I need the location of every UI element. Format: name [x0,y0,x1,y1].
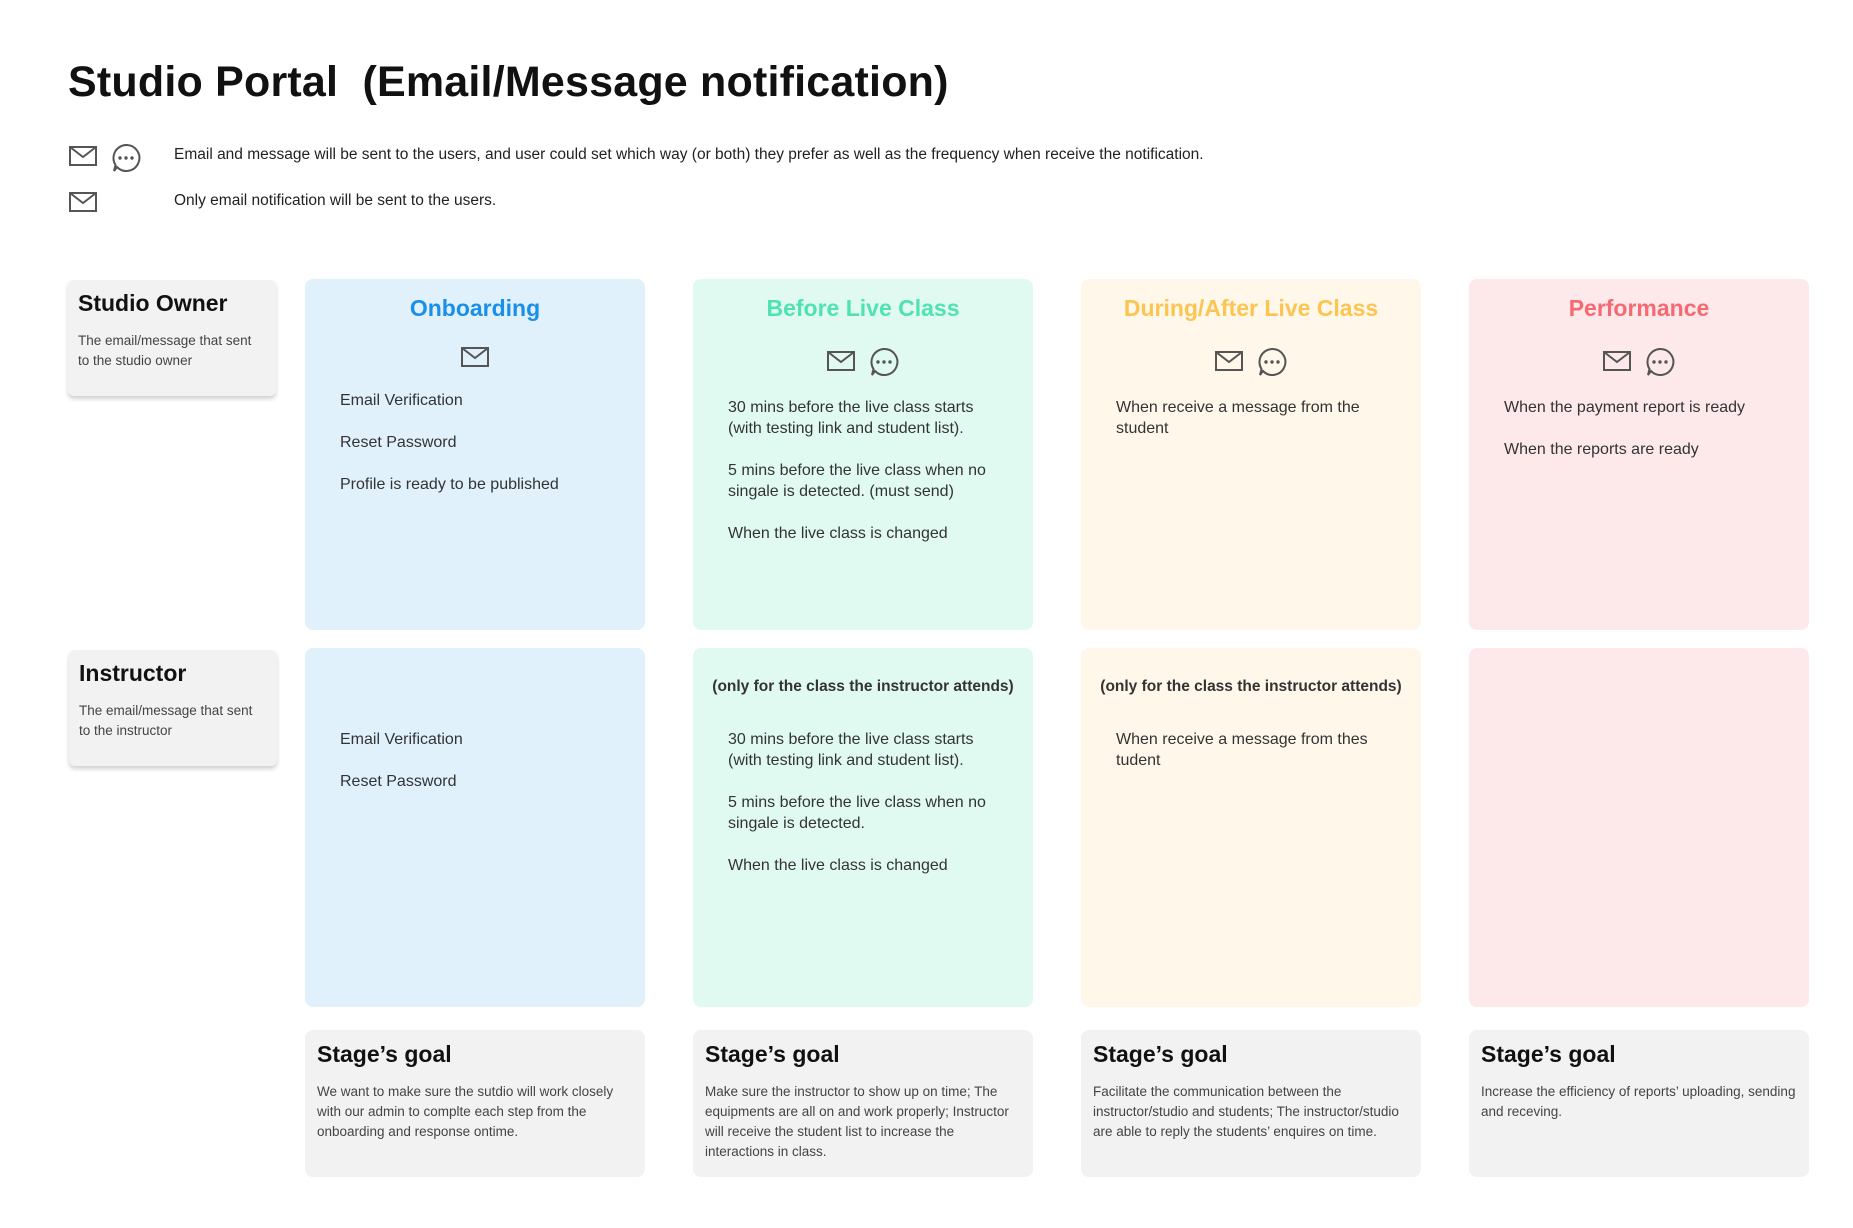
legend-text-mail-and-message: Email and message will be sent to the us… [174,146,1204,163]
owner-panel-before-live-class: Before Live Class 30 mins before the liv… [693,279,1033,630]
channel-icons [305,347,645,367]
owner-panel-onboarding: Onboarding Email Verification Reset Pass… [305,279,645,630]
owner-panel-performance: Performance When the payment report is r… [1469,279,1809,630]
role-card-instructor: Instructor The email/message that sent t… [69,650,277,766]
stage-title: Onboarding [409,295,541,321]
notification-list: Email Verification Reset Password [340,729,630,813]
stage-title: During/After Live Class [1123,295,1379,321]
role-title: Instructor [79,660,187,686]
instructor-panel-during-after-live-class: (only for the class the instructor atten… [1081,648,1421,1007]
goal-text: Increase the efficiency of reports’ uplo… [1481,1084,1796,1119]
stage-title: Before Live Class [766,295,960,321]
stage-goal-card-performance: Stage’s goal Increase the efficiency of … [1469,1030,1809,1177]
notification-list: 30 mins before the live class starts (wi… [728,729,998,897]
stage-title: Performance [1568,295,1710,321]
goal-text: Facilitate the communication between the… [1093,1084,1399,1139]
goal-title: Stage’s goal [1481,1041,1616,1067]
stage-goal-card-during-after-live-class: Stage’s goal Facilitate the communicatio… [1081,1030,1421,1177]
role-title: Studio Owner [78,290,228,316]
notification-item: Reset Password [340,434,457,451]
instructor-panel-performance [1469,648,1809,1007]
notification-item: Profile is ready to be published [340,476,559,493]
channel-icons [693,347,1033,377]
role-description: The email/message that sent to the studi… [78,333,252,368]
notification-item: Email Verification [340,731,463,748]
chat-bubble-icon [869,347,899,377]
channel-icons [1469,347,1809,377]
notification-item: 5 mins before the live class when no sin… [728,794,986,832]
role-card-studio-owner: Studio Owner The email/message that sent… [68,280,276,396]
mail-icon [461,347,489,367]
mail-icon [827,351,855,377]
notification-item: Email Verification [340,392,463,409]
notification-item: When the reports are ready [1504,441,1699,458]
attendance-note: (only for the class the instructor atten… [712,678,1014,695]
mail-icon [1215,351,1243,377]
mail-icon [1603,351,1631,377]
goal-title: Stage’s goal [705,1041,840,1067]
notification-item: 30 mins before the live class starts (wi… [728,399,974,437]
notification-list: When receive a message from thes tudent [1116,729,1416,792]
notification-item: When receive a message from thes tudent [1116,731,1368,769]
attendance-note: (only for the class the instructor atten… [1100,678,1402,695]
chat-bubble-icon [1257,347,1287,377]
notification-item: 5 mins before the live class when no sin… [728,462,986,500]
mail-icon [69,146,97,166]
notification-item: When the live class is changed [728,525,948,542]
instructor-panel-before-live-class: (only for the class the instructor atten… [693,648,1033,1007]
goal-text: Make sure the instructor to show up on t… [705,1084,1009,1159]
notification-item: When the live class is changed [728,857,948,874]
notification-item: When the payment report is ready [1504,399,1746,416]
stage-goal-card-onboarding: Stage’s goal We want to make sure the su… [305,1030,645,1177]
notification-item: Reset Password [340,773,457,790]
chat-bubble-icon [111,143,141,173]
channel-icons [1081,347,1421,377]
legend-text-mail-only: Only email notification will be sent to … [174,192,497,209]
stage-goal-card-before-live-class: Stage’s goal Make sure the instructor to… [693,1030,1033,1177]
notification-list: When receive a message from the student [1116,397,1416,460]
notification-item: When receive a message from the student [1116,399,1360,437]
owner-panel-during-after-live-class: During/After Live Class When receive a m… [1081,279,1421,630]
notification-list: When the payment report is ready When th… [1504,397,1794,481]
page-title: Studio Portal (Email/Message notificatio… [68,58,949,106]
chat-bubble-icon [1645,347,1675,377]
notification-list: 30 mins before the live class starts (wi… [728,397,998,565]
notification-list: Email Verification Reset Password Profil… [340,390,630,516]
goal-title: Stage’s goal [317,1041,452,1067]
goal-text: We want to make sure the sutdio will wor… [317,1084,614,1139]
goal-title: Stage’s goal [1093,1041,1228,1067]
role-description: The email/message that sent to the instr… [79,703,253,738]
mail-icon [69,192,97,212]
notification-item: 30 mins before the live class starts (wi… [728,731,974,769]
instructor-panel-onboarding: Email Verification Reset Password [305,648,645,1007]
